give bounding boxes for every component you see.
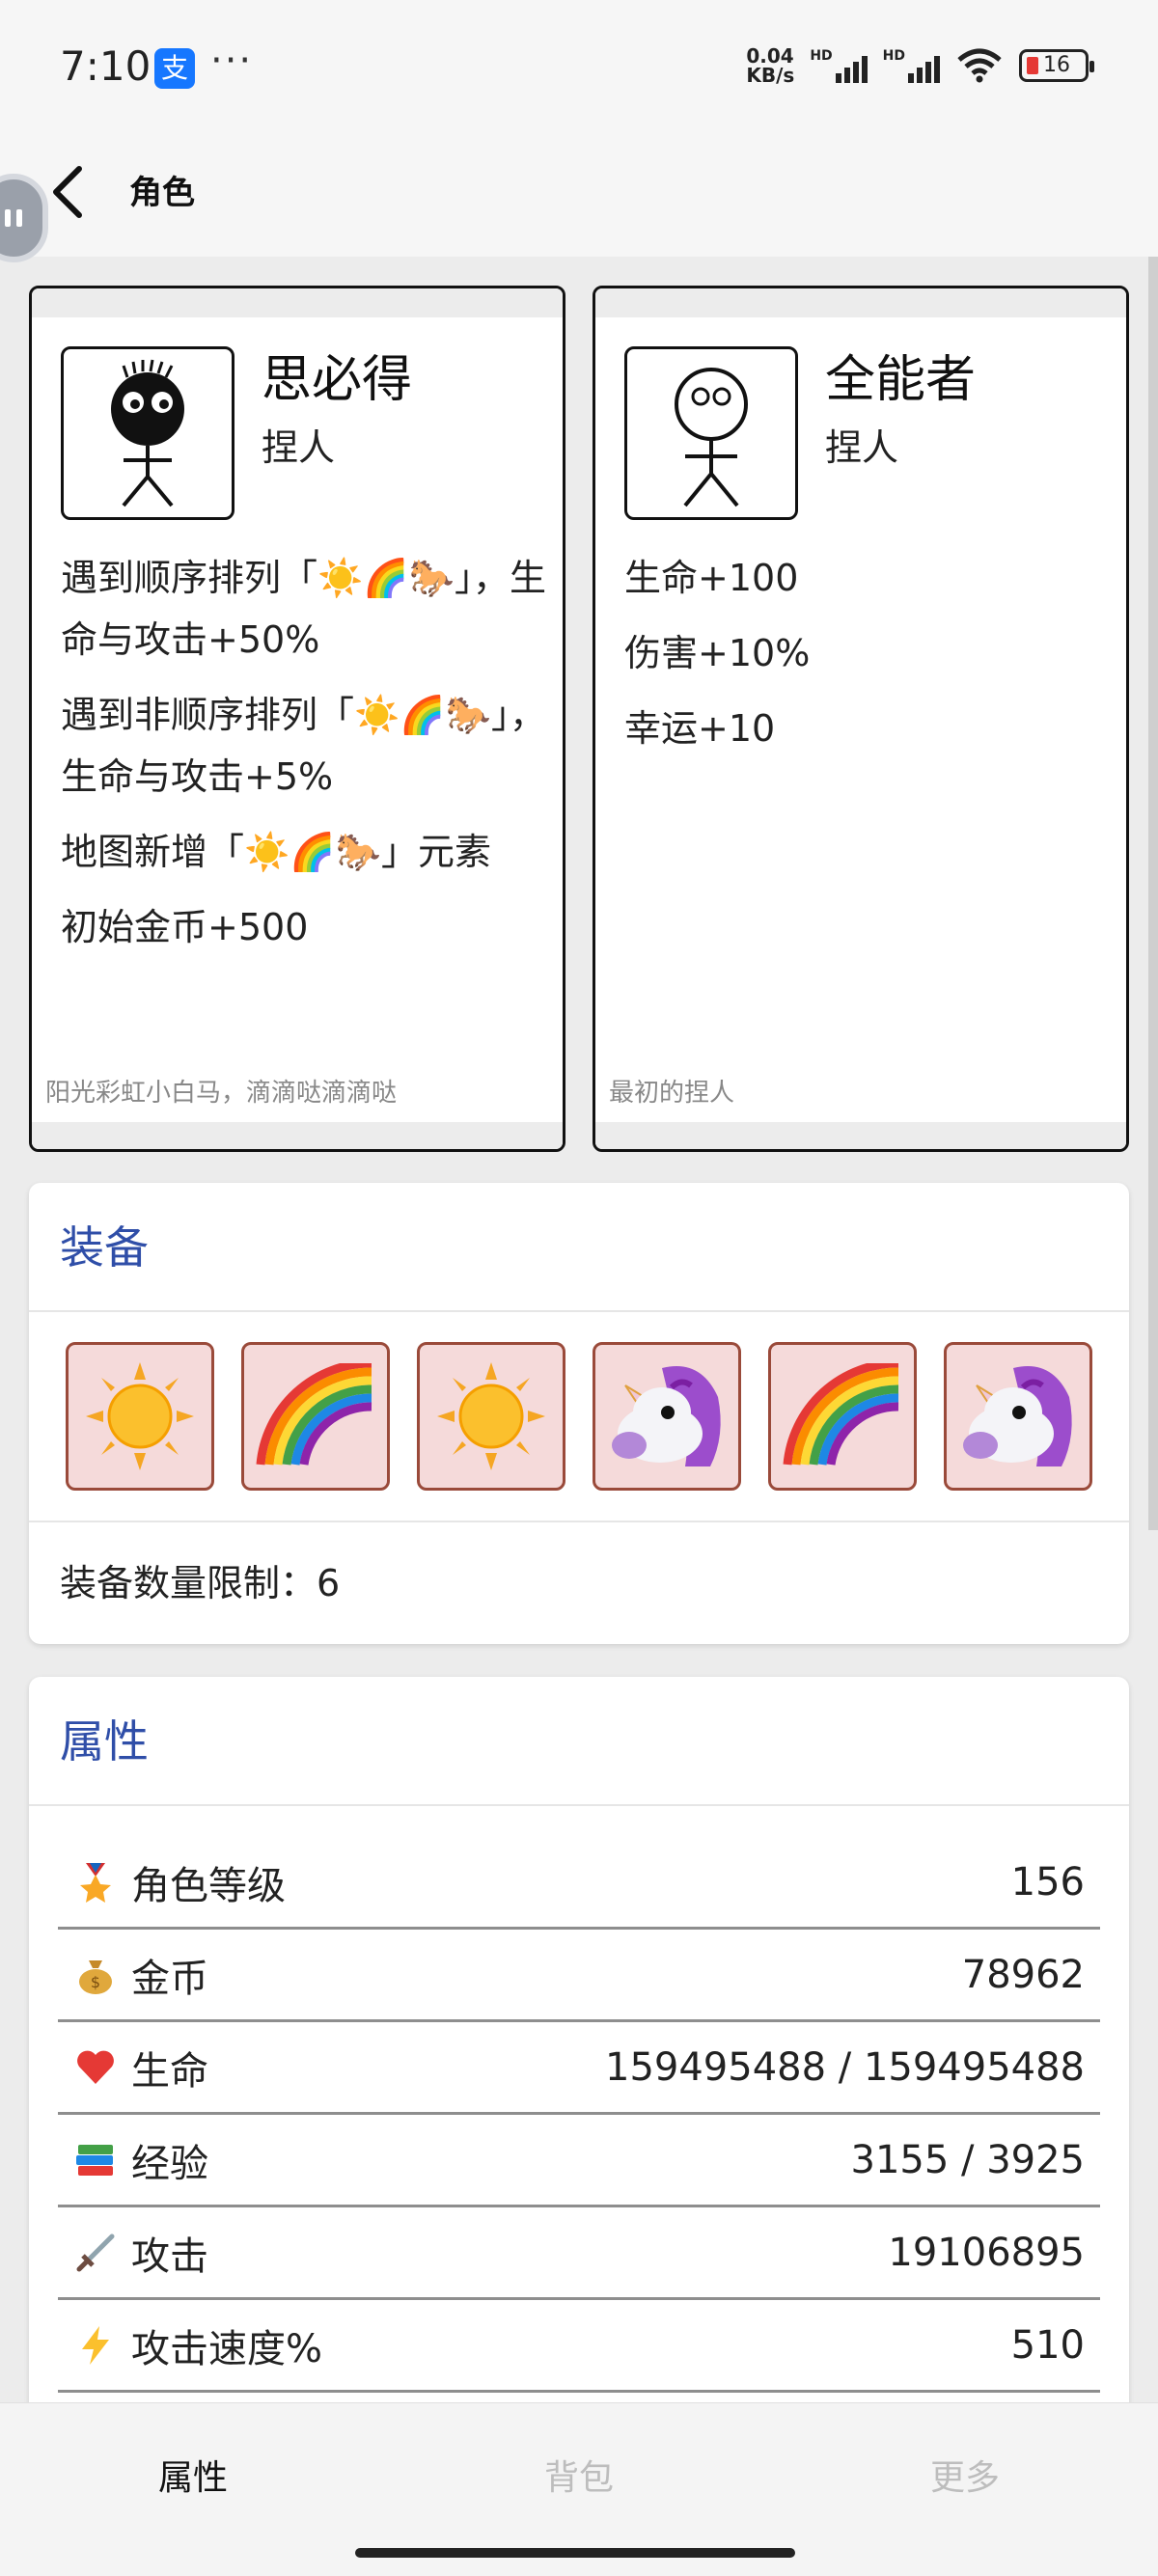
attr-label: 攻击 (131, 2233, 208, 2279)
lightning-icon (73, 2323, 118, 2368)
attr-label: 经验 (131, 2141, 208, 2186)
skill-item: 地图新增「☀️🌈🐎」元素 (61, 831, 491, 873)
attr-value: 3155 / 3925 (850, 2137, 1086, 2182)
pause-icon (5, 209, 22, 227)
tab-more[interactable]: 更多 (868, 2450, 1062, 2500)
attr-value: 19106895 (888, 2230, 1085, 2275)
heart-icon (73, 2045, 118, 2090)
equip-slot-unicorn[interactable] (944, 1342, 1092, 1491)
attr-value: 156 (1010, 1859, 1085, 1905)
attribute-list: 角色等级 156 $ 金币 78962 生命 159495488 / 15949… (29, 1806, 1129, 2393)
attr-row-level: 角色等级 156 (58, 1837, 1100, 1930)
equipment-limit: 装备数量限制：6 (60, 1562, 341, 1604)
character-description: 最初的捏人 (609, 1079, 735, 1108)
attr-row-gold: $ 金币 78962 (58, 1930, 1100, 2022)
tab-attributes[interactable]: 属性 (96, 2450, 290, 2500)
skill-list: 遇到顺序排列「☀️🌈🐎」，生命与攻击+50% 遇到非顺序排列「☀️🌈🐎」，生命与… (61, 547, 553, 972)
signal-icon: HD (810, 48, 868, 83)
character-avatar (61, 346, 234, 520)
status-indicators: 0.04 KB/s HD HD 16 (746, 44, 1094, 87)
equip-slot-rainbow[interactable] (768, 1342, 917, 1491)
character-type: 捏人 (262, 426, 336, 469)
svg-text:$: $ (91, 1973, 100, 1991)
equip-slot-sun[interactable] (66, 1342, 214, 1491)
rainbow-icon (783, 1363, 899, 1466)
home-indicator[interactable] (355, 2548, 795, 2558)
app-bar: 角色 (0, 135, 1158, 257)
equipment-slots (29, 1312, 1129, 1522)
dagger-icon (73, 2231, 118, 2275)
equip-slot-unicorn[interactable] (593, 1342, 741, 1491)
attr-label: 生命 (131, 2048, 208, 2094)
status-bar: 7:10 支 ··· 0.04 KB/s HD HD 16 (0, 0, 1158, 135)
rainbow-icon (256, 1363, 372, 1466)
net-speed: 0.04 KB/s (746, 44, 795, 87)
equip-slot-rainbow[interactable] (241, 1342, 390, 1491)
skill-item: 幸运+10 (624, 707, 776, 750)
skill-item: 初始金币+500 (61, 906, 309, 948)
money-bag-icon: $ (73, 1953, 118, 1997)
sun-icon (437, 1362, 545, 1470)
skill-item: 遇到顺序排列「☀️🌈🐎」，生命与攻击+50% (61, 557, 546, 661)
skill-item: 遇到非顺序排列「☀️🌈🐎」，生命与攻击+5% (61, 694, 546, 798)
sun-icon (86, 1362, 194, 1470)
equipment-panel: 装备 装备数量限制：6 (29, 1183, 1129, 1644)
attr-value: 78962 (961, 1952, 1085, 1997)
attr-value: 159495488 / 159495488 (605, 2044, 1085, 2090)
character-description: 阳光彩虹小白马，滴滴哒滴滴哒 (45, 1079, 398, 1108)
bottom-nav: 属性 背包 更多 (0, 2402, 1158, 2576)
character-type: 捏人 (825, 426, 899, 469)
attributes-panel: 属性 角色等级 156 $ 金币 78962 生命 159495488 / 15… (29, 1677, 1129, 2429)
character-name: 全能者 (825, 351, 977, 409)
more-notifications-icon: ··· (210, 39, 254, 83)
character-name: 思必得 (262, 351, 413, 409)
page-title: 角色 (129, 174, 195, 212)
character-card-allrounder[interactable]: 全能者 捏人 生命+100 伤害+10% 幸运+10 最初的捏人 (593, 286, 1129, 1152)
attr-row-attack-speed: 攻击速度% 510 (58, 2300, 1100, 2393)
attr-label: 角色等级 (131, 1863, 286, 1908)
status-time: 7:10 (60, 42, 152, 90)
character-card-speed[interactable]: 思必得 捏人 遇到顺序排列「☀️🌈🐎」，生命与攻击+50% 遇到非顺序排列「☀️… (29, 286, 565, 1152)
battery-icon: 16 (1019, 49, 1094, 82)
medal-icon (73, 1860, 118, 1905)
wifi-icon (957, 48, 1002, 83)
character-avatar (624, 346, 798, 520)
alipay-icon: 支 (154, 48, 195, 89)
equipment-title: 装备 (29, 1183, 1129, 1312)
stick-figure-icon (111, 359, 184, 507)
books-icon (73, 2138, 118, 2182)
attr-row-attack: 攻击 19106895 (58, 2207, 1100, 2300)
skill-item: 伤害+10% (624, 632, 811, 674)
attr-row-exp: 经验 3155 / 3925 (58, 2115, 1100, 2207)
chevron-left-icon (53, 166, 82, 218)
attributes-title: 属性 (29, 1677, 1129, 1806)
stick-figure-icon (675, 368, 748, 507)
equip-slot-sun[interactable] (417, 1342, 565, 1491)
unicorn-icon (963, 1366, 1072, 1466)
signal-icon-2: HD (883, 48, 940, 83)
attr-label: 攻击速度% (131, 2326, 323, 2371)
unicorn-icon (612, 1366, 721, 1466)
skill-item: 生命+100 (624, 557, 799, 599)
attr-value: 510 (1010, 2322, 1085, 2368)
attr-label: 金币 (131, 1956, 208, 2001)
attr-row-hp: 生命 159495488 / 159495488 (58, 2022, 1100, 2115)
scrollbar[interactable] (1148, 257, 1158, 1530)
tab-bag[interactable]: 背包 (482, 2450, 676, 2500)
skill-list: 生命+100 伤害+10% 幸运+10 (624, 547, 1117, 773)
